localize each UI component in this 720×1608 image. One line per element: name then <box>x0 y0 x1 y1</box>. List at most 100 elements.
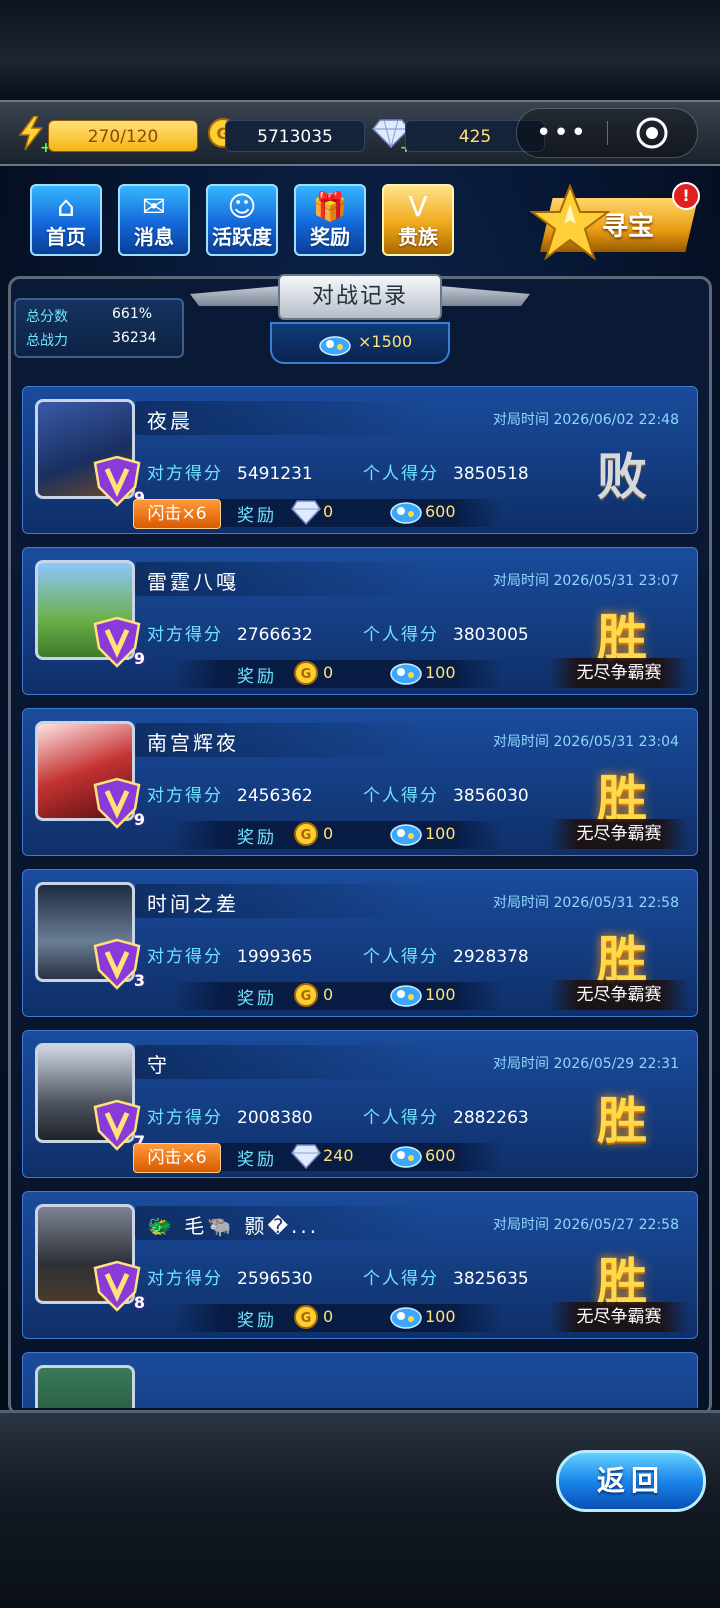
battle-record-list[interactable]: 9 夜晨 对局时间 2026/06/02 22:48 对方得分 5491231 个人得分 3… <box>22 386 698 1408</box>
v-crest-icon: V <box>408 190 428 223</box>
reward-ticket-value: 100 <box>425 1307 456 1326</box>
reward-ticket-value: 100 <box>425 985 456 1004</box>
reward-primary-value: 0 <box>323 1307 334 1326</box>
nav-rewards-button[interactable]: 🎁 奖励 <box>294 184 366 256</box>
svg-text:G: G <box>301 828 312 843</box>
more-menu-button[interactable]: ••• <box>517 109 607 157</box>
ticket-count: ×1500 <box>358 332 413 351</box>
match-time: 对局时间 2026/06/02 22:48 <box>493 409 679 429</box>
opponent-score: 对方得分 1999365 <box>147 942 313 967</box>
nav-messages-button[interactable]: ✉ 消息 <box>118 184 190 256</box>
match-time: 对局时间 2026/05/31 23:04 <box>493 731 679 751</box>
gold-coin-icon: G <box>294 661 318 685</box>
reward-label: 奖励 <box>237 989 277 1009</box>
reward-primary-value: 0 <box>323 985 334 1004</box>
vip-level: 9 <box>133 649 145 668</box>
gold-coin-icon: G <box>294 822 318 846</box>
vip-badge: 3 <box>89 936 145 992</box>
opponent-score-label: 对方得分 <box>147 1269 223 1289</box>
nav-home-button[interactable]: ⌂ 首页 <box>30 184 102 256</box>
reward-label: 奖励 <box>237 1311 277 1331</box>
ticket-icon <box>390 824 422 846</box>
ticket-icon <box>390 502 422 524</box>
match-time-label: 对局时间 <box>493 895 550 911</box>
flash-strike-tag: 闪击×6 <box>133 499 221 529</box>
personal-score-label: 个人得分 <box>363 464 439 484</box>
back-button[interactable]: 返回 <box>556 1450 706 1512</box>
star-plane-icon <box>530 183 610 261</box>
record-card-partial[interactable] <box>22 1352 698 1408</box>
diamond-icon <box>291 1144 321 1170</box>
nav-home-label: 首页 <box>46 225 86 249</box>
opponent-name: 南宫辉夜 <box>147 731 239 755</box>
ticket-icon <box>390 1307 422 1329</box>
total-score-value: 661% <box>112 306 153 322</box>
total-stats-box: 总分数 661% 总战力 36234 <box>14 298 184 358</box>
vip-level: 8 <box>133 1293 145 1312</box>
opponent-name: 雷霆八嘎 <box>147 570 239 594</box>
ticket-icon <box>390 663 422 685</box>
svg-text:G: G <box>301 667 312 682</box>
ticket-count-box: ×1500 <box>270 322 450 364</box>
opponent-score: 对方得分 2456362 <box>147 781 313 806</box>
record-card[interactable]: 8 🐲 毛🐃 颢�... 对局时间 2026/05/27 22:58 对方得分 2596… <box>22 1191 698 1339</box>
match-time: 对局时间 2026/05/31 23:07 <box>493 570 679 590</box>
total-score-row: 总分数 661% <box>26 306 152 326</box>
reward-ticket-value: 100 <box>425 824 456 843</box>
vip-level: 9 <box>133 810 145 829</box>
reward-ticket-value: 600 <box>425 502 456 521</box>
match-time-label: 对局时间 <box>493 1056 550 1072</box>
game-mode-tag: 无尽争霸赛 <box>549 819 689 849</box>
opponent-score-value: 2456362 <box>237 786 313 806</box>
match-time: 对局时间 2026/05/29 22:31 <box>493 1053 679 1073</box>
nav-activity-button[interactable]: ☺ 活跃度 <box>206 184 278 256</box>
record-card[interactable]: 9 南宫辉夜 对局时间 2026/05/31 23:04 对方得分 2456362 个人得… <box>22 708 698 856</box>
nav-noble-button[interactable]: V 贵族 <box>382 184 454 256</box>
vip-level: 3 <box>133 971 145 990</box>
opponent-avatar[interactable] <box>35 1365 135 1408</box>
match-time-value: 2026/05/31 23:07 <box>553 573 680 589</box>
reward-ticket-value: 100 <box>425 663 456 682</box>
opponent-score: 对方得分 5491231 <box>147 459 313 484</box>
personal-score-label: 个人得分 <box>363 786 439 806</box>
opponent-score-label: 对方得分 <box>147 786 223 806</box>
top-background <box>0 0 720 100</box>
game-mode-tag: 无尽争霸赛 <box>549 658 689 688</box>
energy-bar: 270/120 <box>48 120 198 152</box>
match-result: 胜 <box>597 1092 647 1150</box>
total-power-label: 总战力 <box>26 333 68 349</box>
record-card[interactable]: 9 雷霆八嘎 对局时间 2026/05/31 23:07 对方得分 2766632 个人得… <box>22 547 698 695</box>
reward-ticket-value: 600 <box>425 1146 456 1165</box>
opponent-score-label: 对方得分 <box>147 1108 223 1128</box>
match-time-value: 2026/05/29 22:31 <box>553 1056 680 1072</box>
notification-badge: ! <box>672 182 700 210</box>
record-card[interactable]: 9 夜晨 对局时间 2026/06/02 22:48 对方得分 5491231 个人得分 3… <box>22 386 698 534</box>
mail-icon: ✉ <box>142 190 166 223</box>
name-strip <box>135 1045 435 1079</box>
personal-score-label: 个人得分 <box>363 1269 439 1289</box>
total-score-label: 总分数 <box>26 309 68 325</box>
reward-label: 奖励 <box>237 667 277 687</box>
close-miniprogram-button[interactable] <box>607 109 697 157</box>
target-circle-icon <box>636 117 668 149</box>
opponent-score: 对方得分 2596530 <box>147 1264 313 1289</box>
smiley-icon: ☺ <box>227 190 257 223</box>
vip-badge: 9 <box>89 614 145 670</box>
record-card[interactable]: 3 时间之差 对局时间 2026/05/31 22:58 对方得分 1999365 个人得… <box>22 869 698 1017</box>
opponent-name: 时间之差 <box>147 892 239 916</box>
personal-score-label: 个人得分 <box>363 947 439 967</box>
reward-label: 奖励 <box>237 506 277 526</box>
record-card[interactable]: 7 守对局时间 2026/05/29 22:31 对方得分 2008380 个人得分 28… <box>22 1030 698 1178</box>
match-time-value: 2026/05/31 23:04 <box>553 734 680 750</box>
energy-icon[interactable]: + <box>12 114 52 155</box>
personal-score-value: 2928378 <box>453 947 529 967</box>
opponent-name: 🐲 毛🐃 颢�... <box>147 1214 320 1238</box>
reward-primary-value: 0 <box>323 824 334 843</box>
opponent-score-value: 5491231 <box>237 464 313 484</box>
match-result: 败 <box>597 448 647 506</box>
match-time-label: 对局时间 <box>493 412 550 428</box>
opponent-score: 对方得分 2008380 <box>147 1103 313 1128</box>
diamond-icon <box>291 500 321 526</box>
total-power-row: 总战力 36234 <box>26 330 157 350</box>
opponent-score-label: 对方得分 <box>147 947 223 967</box>
